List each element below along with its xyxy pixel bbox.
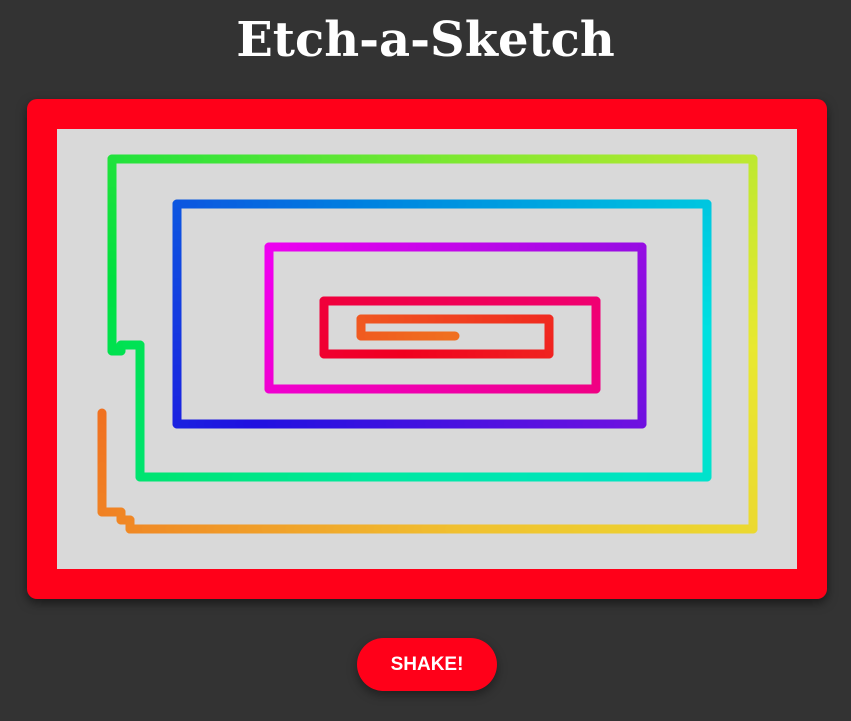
shake-button[interactable]: SHAKE! <box>357 638 497 691</box>
drawing-screen[interactable] <box>57 129 797 569</box>
etch-a-sketch-frame <box>27 99 827 599</box>
page-title: Etch-a-Sketch <box>236 12 615 68</box>
sketch-canvas <box>97 154 758 534</box>
